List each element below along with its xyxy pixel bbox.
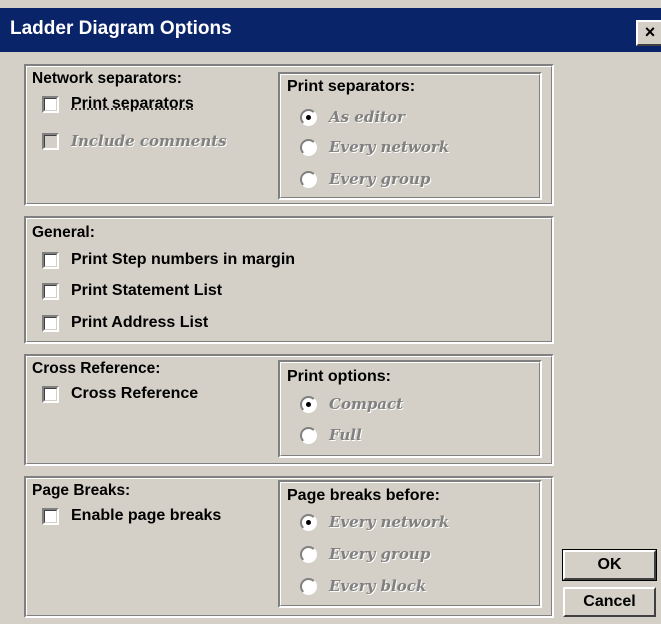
radio-label: Full xyxy=(329,426,362,444)
network-separators-heading: Network separators: xyxy=(32,70,182,88)
ok-button[interactable]: OK xyxy=(563,550,656,580)
print-statement-list-label: Print Statement List xyxy=(71,282,222,300)
radio-label: Every network xyxy=(329,513,449,531)
enable-page-breaks-label: Enable page breaks xyxy=(71,507,221,525)
print-options-heading: Print options: xyxy=(287,368,391,386)
checkbox-box[interactable] xyxy=(42,315,59,332)
print-address-list-checkbox[interactable]: Print Address List xyxy=(42,312,208,334)
radio-label: Every block xyxy=(329,577,426,595)
radio-before-every-group[interactable]: Every group xyxy=(300,543,430,565)
cross-reference-heading: Cross Reference: xyxy=(32,360,160,378)
checkbox-box[interactable] xyxy=(42,133,59,150)
window-title: Ladder Diagram Options xyxy=(10,16,570,42)
radio-button[interactable] xyxy=(300,396,317,413)
radio-label: Compact xyxy=(329,395,403,413)
include-comments-label: Include comments xyxy=(71,132,227,150)
radio-button[interactable] xyxy=(300,578,317,595)
radio-button[interactable] xyxy=(300,514,317,531)
print-step-numbers-checkbox[interactable]: Print Step numbers in margin xyxy=(42,249,295,271)
radio-compact[interactable]: Compact xyxy=(300,393,403,415)
print-separators-label: Print separators xyxy=(71,95,194,113)
include-comments-checkbox[interactable]: Include comments xyxy=(42,130,227,152)
radio-button[interactable] xyxy=(300,139,317,156)
enable-page-breaks-checkbox[interactable]: Enable page breaks xyxy=(42,505,221,527)
radio-every-network[interactable]: Every network xyxy=(300,136,449,158)
print-address-list-label: Print Address List xyxy=(71,314,208,332)
checkbox-box[interactable] xyxy=(42,283,59,300)
title-bar: Ladder Diagram Options × xyxy=(0,8,661,52)
radio-label: Every group xyxy=(329,545,430,563)
radio-label: As editor xyxy=(329,108,405,126)
print-separators-checkbox[interactable]: Print separators xyxy=(42,93,194,115)
close-button[interactable]: × xyxy=(636,20,661,46)
radio-every-group[interactable]: Every group xyxy=(300,168,430,190)
print-statement-list-checkbox[interactable]: Print Statement List xyxy=(42,280,222,302)
checkbox-box[interactable] xyxy=(42,386,59,403)
checkbox-box[interactable] xyxy=(42,252,59,269)
radio-before-every-block[interactable]: Every block xyxy=(300,575,426,597)
radio-button[interactable] xyxy=(300,427,317,444)
radio-label: Every network xyxy=(329,138,449,156)
radio-before-every-network[interactable]: Every network xyxy=(300,511,449,533)
cancel-button[interactable]: Cancel xyxy=(563,587,656,617)
radio-label: Every group xyxy=(329,170,430,188)
general-heading: General: xyxy=(32,224,95,242)
checkbox-box[interactable] xyxy=(42,96,59,113)
radio-button[interactable] xyxy=(300,546,317,563)
radio-as-editor[interactable]: As editor xyxy=(300,106,405,128)
cross-reference-label: Cross Reference xyxy=(71,385,198,403)
radio-full[interactable]: Full xyxy=(300,424,362,446)
page-breaks-heading: Page Breaks: xyxy=(32,482,130,500)
radio-button[interactable] xyxy=(300,171,317,188)
radio-button[interactable] xyxy=(300,109,317,126)
print-separators-subheading: Print separators: xyxy=(287,78,415,96)
checkbox-box[interactable] xyxy=(42,508,59,525)
dialog-window: Ladder Diagram Options × Network separat… xyxy=(0,0,661,624)
cross-reference-checkbox[interactable]: Cross Reference xyxy=(42,383,198,405)
page-breaks-before-heading: Page breaks before: xyxy=(287,487,440,505)
print-step-numbers-label: Print Step numbers in margin xyxy=(71,251,295,269)
